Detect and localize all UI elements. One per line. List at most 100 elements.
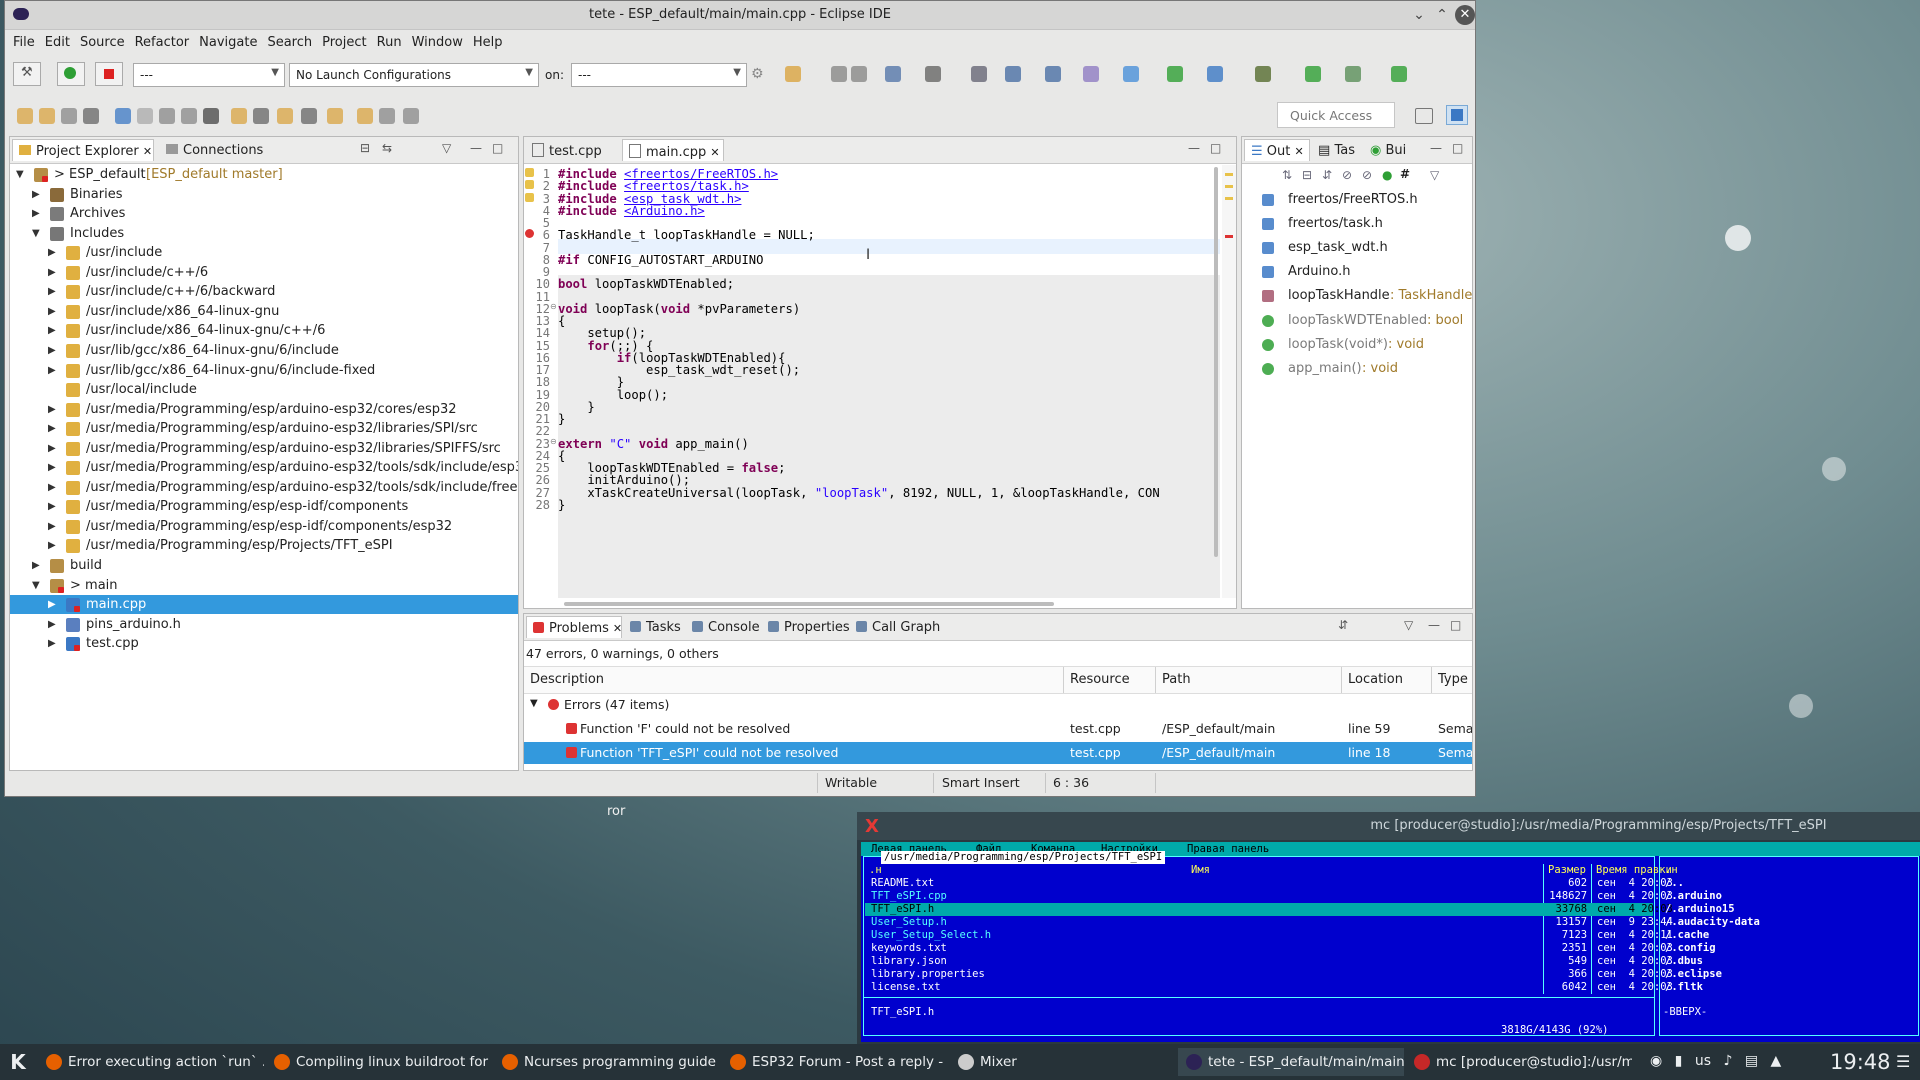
toolbar-action-icon[interactable] [277,108,293,124]
toolbar-action-icon[interactable] [17,108,33,124]
collapsed-twisty-icon[interactable]: ▶ [48,595,56,614]
toolbar-action-icon[interactable] [253,108,269,124]
tab-console[interactable]: Console [686,616,760,638]
collapsed-twisty-icon[interactable]: ▶ [48,341,56,360]
collapsed-twisty-icon[interactable]: ▶ [48,439,56,458]
tree-item[interactable]: ▶ /usr/media/Programming/esp/arduino-esp3… [10,439,518,458]
mc-menu-item[interactable]: Правая панель [1187,843,1269,856]
menu-refactor[interactable]: Refactor [127,31,190,50]
menu-source[interactable]: Source [72,31,125,50]
toolbar-action-icon[interactable] [1255,66,1271,82]
collapse-icon[interactable]: ⊟ [1302,168,1312,182]
collapsed-twisty-icon[interactable]: ▶ [48,536,56,555]
vertical-scrollbar[interactable] [1214,167,1218,557]
taskbar-task[interactable]: Ncurses programming guide -... [494,1048,720,1076]
tree-item[interactable]: ▼ Includes [10,224,518,243]
problems-group-errors[interactable]: ▼ Errors (47 items) [524,694,1472,716]
code-line[interactable]: xTaskCreateUniversal(loopTask, "loopTask… [558,486,1159,500]
taskbar-task[interactable]: Error executing action `run` ... [38,1048,264,1076]
mc-file-name[interactable]: license.txt [871,981,941,994]
mc-screen[interactable]: Левая панель Файл Команда Настройки Правая п… [861,842,1920,1042]
collapsed-twisty-icon[interactable]: ▶ [48,263,56,282]
toolbar-action-icon[interactable] [1123,66,1139,82]
taskbar-task[interactable]: Mixer [950,1048,1176,1076]
maximize-view-icon[interactable]: □ [492,141,503,155]
tree-item[interactable]: ▶ /usr/media/Programming/esp/arduino-esp3… [10,419,518,438]
menu-edit[interactable]: Edit [37,31,70,50]
fold-toggle-icon[interactable]: ⊖ [550,302,557,311]
link-editor-icon[interactable]: ⇆ [382,141,392,155]
column-header-description[interactable]: Description [524,667,1064,693]
tree-item[interactable]: ▶ Binaries [10,185,518,204]
toolbar-action-icon[interactable] [301,108,317,124]
code-line[interactable]: #if CONFIG_AUTOSTART_ARDUINO [558,253,763,267]
toolbar-action-icon[interactable] [1207,66,1223,82]
toolbar-action-icon[interactable] [159,108,175,124]
tree-item[interactable]: ▶ /usr/include/c++/6/backward [10,282,518,301]
mc-file-name[interactable]: keywords.txt [871,942,947,955]
mc-file-name[interactable]: library.properties [871,968,985,981]
mc-file-name[interactable]: library.json [871,955,947,968]
collapsed-twisty-icon[interactable]: ▶ [48,634,56,653]
quick-access-input[interactable]: Quick Access [1277,102,1395,128]
mc-dir-name[interactable]: /.eclipse [1665,968,1722,981]
maximize-button[interactable]: ⌃ [1432,5,1452,25]
toolbar-action-icon[interactable] [61,108,77,124]
hide-nonpublic-icon[interactable]: ● [1382,168,1392,182]
expanded-twisty-icon[interactable]: ▼ [530,698,538,709]
toolbar-action-icon[interactable] [1305,66,1321,82]
code-line[interactable]: } [558,498,565,512]
mc-dir-name[interactable]: /.dbus [1665,955,1703,968]
toolbar-action-icon[interactable] [137,108,153,124]
close-icon[interactable]: ✕ [1295,145,1304,158]
menu-search[interactable]: Search [259,31,312,50]
mc-dir-name[interactable]: /.arduino15 [1665,903,1735,916]
view-menu-icon[interactable]: ▽ [442,141,451,155]
open-perspective-icon[interactable] [1415,108,1433,124]
collapsed-twisty-icon[interactable]: ▶ [48,400,56,419]
close-icon[interactable]: ✕ [710,146,719,159]
column-header-type[interactable]: Type [1432,667,1472,693]
mc-file-name[interactable]: TFT_eSPI.h [871,903,934,916]
close-window-button[interactable]: ✕ [1455,5,1475,25]
toolbar-action-icon[interactable] [1083,66,1099,82]
keyboard-layout[interactable]: us [1695,1053,1711,1069]
tree-item[interactable]: ▼ > ESP_default [ESP_default master] [10,165,518,184]
tab-main-cpp[interactable]: main.cpp ✕ [622,139,724,161]
launch-button[interactable] [57,62,85,86]
toolbar-action-icon[interactable] [403,108,419,124]
expanded-twisty-icon[interactable]: ▼ [32,576,40,595]
outline-item[interactable]: freertos/task.h [1242,213,1472,235]
fold-toggle-icon[interactable]: ⊖ [550,437,557,446]
tree-item[interactable]: ▶ Archives [10,204,518,223]
toolbar-action-icon[interactable] [971,66,987,82]
toolbar-action-icon[interactable] [785,66,801,82]
outline-item[interactable]: esp_task_wdt.h [1242,237,1472,259]
toolbar-action-icon[interactable] [1045,66,1061,82]
toolbar-action-icon[interactable] [115,108,131,124]
expanded-twisty-icon[interactable]: ▼ [32,224,40,243]
collapsed-twisty-icon[interactable]: ▶ [48,321,56,340]
hide-fields-icon[interactable]: ⊘ [1342,168,1352,182]
warning-marker-icon[interactable] [525,168,534,177]
tab-call-graph[interactable]: Call Graph [850,616,942,638]
network-icon[interactable]: ◉ [1650,1053,1662,1069]
minimize-button[interactable]: ⌄ [1409,5,1429,25]
mc-dir-name[interactable]: /.arduino [1665,890,1722,903]
code-line[interactable]: extern "C" void app_main() [558,437,749,451]
menu-file[interactable]: File [5,31,35,50]
mc-dir-name[interactable]: /.audacity-data [1665,916,1760,929]
toolbar-action-icon[interactable] [885,66,901,82]
collapsed-twisty-icon[interactable]: ▶ [32,185,40,204]
tree-item[interactable]: ▶ pins_arduino.h [10,615,518,634]
launch-target-select[interactable]: --- ▼ [571,63,747,87]
tree-item[interactable]: ▶ /usr/media/Programming/esp/arduino-esp3… [10,478,518,497]
code-line[interactable]: void loopTask(void *pvParameters) [558,302,800,316]
mc-file-name[interactable]: TFT_eSPI.cpp [871,890,947,903]
horizontal-scrollbar[interactable] [564,602,1054,606]
tab-outline[interactable]: ☰ Out ✕ [1244,139,1310,161]
tab-tasks[interactable]: ▤ Tas [1312,139,1362,161]
window-titlebar[interactable]: tete - ESP_default/main/main.cpp - Eclip… [5,1,1475,30]
toolbar-action-icon[interactable] [1345,66,1361,82]
collapsed-twisty-icon[interactable]: ▶ [48,458,56,477]
